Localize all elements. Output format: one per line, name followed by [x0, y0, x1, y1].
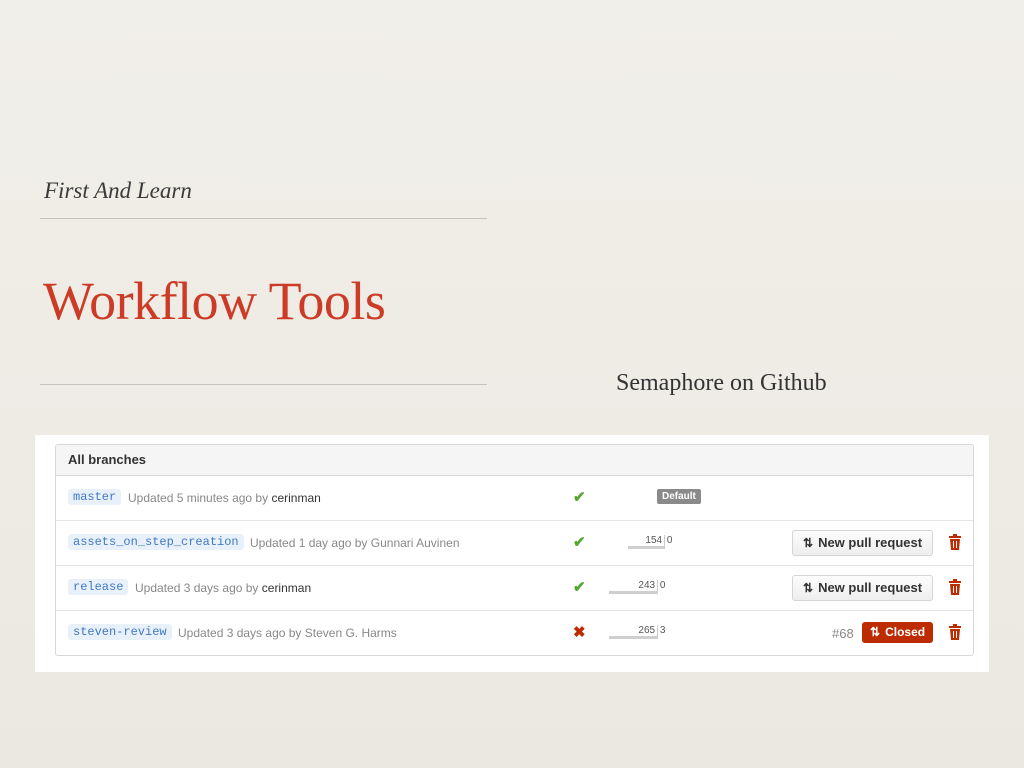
- check-icon[interactable]: ✔: [573, 578, 586, 596]
- trash-icon[interactable]: [948, 624, 962, 640]
- graph-divider: [657, 580, 658, 594]
- behind-count: 243: [638, 580, 656, 591]
- pull-request-icon: ⇅: [803, 536, 814, 550]
- branch-meta: Updated 1 day ago by Gunnari Auvinen: [250, 536, 460, 550]
- branch-name[interactable]: steven-review: [68, 624, 172, 640]
- branch-meta: Updated 3 days ago by Steven G. Harms: [178, 626, 397, 640]
- updated-text: Updated 3 days ago by: [135, 581, 259, 595]
- check-icon[interactable]: ✔: [573, 488, 586, 506]
- title-rule: [40, 384, 487, 385]
- branch-name[interactable]: release: [68, 579, 129, 595]
- graph-divider: [657, 625, 658, 639]
- author-link[interactable]: Steven G. Harms: [305, 626, 397, 640]
- button-label: New pull request: [818, 535, 923, 550]
- branch-meta: Updated 5 minutes ago by cerinman: [128, 491, 321, 505]
- behind-count: 265: [638, 625, 656, 636]
- behind-count: 154: [645, 535, 663, 546]
- branches-box: All branches master Updated 5 minutes ag…: [55, 444, 974, 656]
- ahead-count: 0: [666, 535, 673, 546]
- slide-title: Workflow Tools: [43, 271, 386, 331]
- author-link[interactable]: cerinman: [271, 491, 320, 505]
- trash-icon[interactable]: [948, 579, 962, 595]
- pull-request-icon: ⇅: [803, 581, 814, 595]
- behind-bar: [609, 591, 657, 594]
- pull-request-icon: ⇅: [870, 625, 881, 639]
- ahead-behind-graph: 243 0: [609, 580, 705, 594]
- author-link[interactable]: Gunnari Auvinen: [371, 536, 460, 550]
- branch-row: master Updated 5 minutes ago by cerinman…: [56, 476, 973, 521]
- author-link[interactable]: cerinman: [262, 581, 311, 595]
- branch-row: release Updated 3 days ago by cerinman ✔…: [56, 566, 973, 611]
- updated-text: Updated 1 day ago by: [250, 536, 368, 550]
- trash-icon[interactable]: [948, 534, 962, 550]
- graph-divider: [664, 535, 665, 549]
- button-label: New pull request: [818, 580, 923, 595]
- branches-header: All branches: [56, 445, 973, 476]
- updated-text: Updated 3 days ago by: [178, 626, 302, 640]
- ahead-behind-graph: 265 3: [609, 625, 705, 639]
- branch-row: steven-review Updated 3 days ago by Stev…: [56, 611, 973, 655]
- branch-name[interactable]: master: [68, 489, 122, 505]
- updated-text: Updated 5 minutes ago by: [128, 491, 269, 505]
- slide-kicker: First And Learn: [44, 178, 192, 203]
- new-pull-request-button[interactable]: ⇅ New pull request: [792, 530, 934, 556]
- branch-name[interactable]: assets_on_step_creation: [68, 534, 244, 550]
- behind-bar: [628, 546, 664, 549]
- ahead-behind-graph: 154 0: [616, 535, 712, 549]
- check-icon[interactable]: ✔: [573, 533, 586, 551]
- x-icon[interactable]: ✖: [573, 623, 586, 641]
- new-pull-request-button[interactable]: ⇅ New pull request: [792, 575, 934, 601]
- kicker-rule: [40, 218, 487, 219]
- closed-pr-badge[interactable]: ⇅ Closed: [862, 622, 934, 643]
- default-badge: Default: [657, 489, 701, 504]
- ahead-count: 3: [659, 625, 666, 636]
- slide-subtitle: Semaphore on Github: [616, 370, 827, 396]
- pr-state-label: Closed: [885, 625, 926, 639]
- branch-meta: Updated 3 days ago by cerinman: [135, 581, 311, 595]
- behind-bar: [609, 636, 657, 639]
- ahead-count: 0: [659, 580, 666, 591]
- pull-request-number[interactable]: #68: [832, 626, 854, 641]
- github-branches-panel: All branches master Updated 5 minutes ag…: [35, 435, 989, 672]
- branch-row: assets_on_step_creation Updated 1 day ag…: [56, 521, 973, 566]
